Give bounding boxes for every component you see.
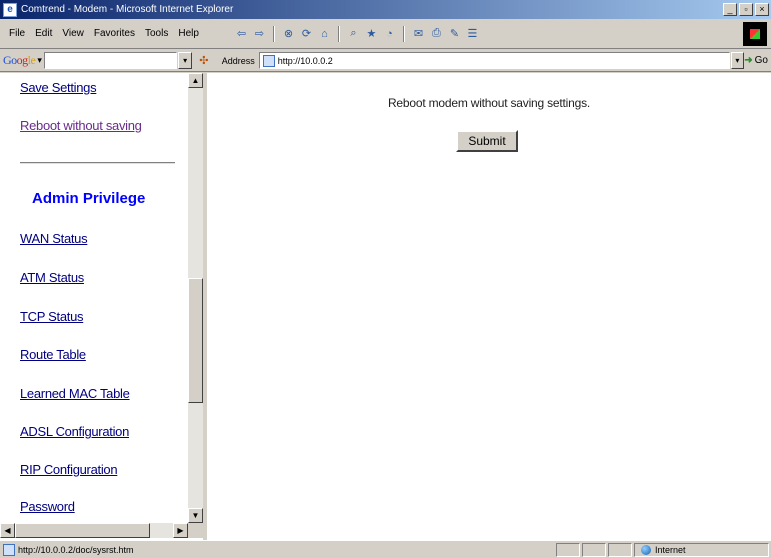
google-search-go-icon[interactable]: ✣ xyxy=(196,53,212,69)
print-icon[interactable]: ⎙ xyxy=(429,26,444,41)
minimize-button[interactable]: _ xyxy=(723,3,737,16)
nav-link-learned-mac-table[interactable]: Learned MAC Table xyxy=(20,386,130,401)
vertical-scroll-thumb[interactable] xyxy=(188,278,203,403)
google-search-input[interactable] xyxy=(43,52,178,69)
menu-view[interactable]: View xyxy=(57,28,89,39)
toolbar: ⇦ ⇨ ⊗ ⟳ ⌂ ⌕ ★ ◔ ✉ ⎙ ✎ ☰ xyxy=(234,25,480,42)
toolbar-separator xyxy=(337,25,340,42)
edit-icon[interactable]: ✎ xyxy=(447,26,462,41)
nav-link-password[interactable]: Password xyxy=(20,499,75,514)
back-icon[interactable]: ⇦ xyxy=(234,26,249,41)
submit-button[interactable]: Submit xyxy=(456,130,518,152)
favorites-icon[interactable]: ★ xyxy=(364,26,379,41)
nav-link-atm-status[interactable]: ATM Status xyxy=(20,270,84,285)
stop-icon[interactable]: ⊗ xyxy=(281,26,296,41)
toolbar-separator xyxy=(402,25,405,42)
status-bar: http://10.0.0.2/doc/sysrst.htm Internet xyxy=(0,540,771,558)
refresh-icon[interactable]: ⟳ xyxy=(299,26,314,41)
page-icon xyxy=(262,54,275,67)
menu-favorites[interactable]: Favorites xyxy=(89,28,140,39)
toolbar-separator xyxy=(272,25,275,42)
horizontal-scroll-thumb[interactable] xyxy=(15,523,150,538)
nav-link-rip-configuration[interactable]: RIP Configuration xyxy=(20,462,118,477)
scroll-right-icon[interactable]: ▶ xyxy=(173,523,188,538)
go-arrow-icon: ➜ xyxy=(744,55,753,66)
address-row: Google ▾ ▾ ✣ Address ▾ ➜Go xyxy=(0,50,771,72)
status-cell xyxy=(608,542,632,557)
home-icon[interactable]: ⌂ xyxy=(317,26,332,41)
address-dropdown-button[interactable]: ▾ xyxy=(730,52,745,69)
nav-link-save-settings[interactable]: Save Settings xyxy=(20,80,97,95)
admin-privilege-heading: Admin Privilege xyxy=(32,190,146,207)
title-bar: e Comtrend - Modem - Microsoft Internet … xyxy=(0,0,771,19)
history-icon[interactable]: ◔ xyxy=(382,26,397,41)
page-status-icon xyxy=(3,543,15,556)
reboot-message: Reboot modem without saving settings. xyxy=(387,96,591,110)
menu-bar: File Edit View Favorites Tools Help xyxy=(0,19,204,48)
maximize-button[interactable]: ▫ xyxy=(739,3,753,16)
close-button[interactable]: × xyxy=(755,3,769,16)
horizontal-scrollbar[interactable]: ◀ ▶ xyxy=(0,523,188,538)
search-icon[interactable]: ⌕ xyxy=(346,26,361,41)
ie-icon: e xyxy=(3,2,17,17)
address-field[interactable] xyxy=(258,52,730,69)
main-content-frame: Reboot modem without saving settings. Su… xyxy=(207,73,771,540)
left-nav-content: Save Settings Reboot without saving Admi… xyxy=(0,73,188,523)
go-button[interactable]: ➜ Go xyxy=(744,55,768,66)
windows-logo-icon xyxy=(743,22,767,46)
google-search-dropdown-button[interactable]: ▾ xyxy=(178,52,193,69)
security-zone: Internet xyxy=(634,542,769,557)
google-logo[interactable]: Google xyxy=(3,53,36,68)
forward-icon[interactable]: ⇨ xyxy=(252,26,267,41)
status-url: http://10.0.0.2/doc/sysrst.htm xyxy=(18,544,134,555)
nav-link-reboot-without-saving[interactable]: Reboot without saving xyxy=(20,118,142,133)
google-menu-dropdown-icon[interactable]: ▾ xyxy=(37,55,42,66)
menu-tools[interactable]: Tools xyxy=(140,28,173,39)
scroll-down-icon[interactable]: ▼ xyxy=(188,508,203,523)
scrollbar-corner xyxy=(188,523,203,538)
nav-link-wan-status[interactable]: WAN Status xyxy=(20,231,88,246)
zone-label: Internet xyxy=(655,544,686,555)
window-title: Comtrend - Modem - Microsoft Internet Ex… xyxy=(21,4,234,15)
menu-toolbar-row: File Edit View Favorites Tools Help ⇦ ⇨ … xyxy=(0,19,771,49)
vertical-scrollbar[interactable]: ▲ ▼ xyxy=(188,73,203,523)
discuss-icon[interactable]: ☰ xyxy=(465,26,480,41)
scroll-up-icon[interactable]: ▲ xyxy=(188,73,203,88)
menu-file[interactable]: File xyxy=(4,28,30,39)
globe-icon xyxy=(641,544,651,555)
status-cell xyxy=(556,542,580,557)
nav-link-tcp-status[interactable]: TCP Status xyxy=(20,309,84,324)
menu-edit[interactable]: Edit xyxy=(30,28,57,39)
menu-help[interactable]: Help xyxy=(173,28,204,39)
scroll-left-icon[interactable]: ◀ xyxy=(0,523,15,538)
nav-divider xyxy=(20,162,175,164)
left-nav-frame: Save Settings Reboot without saving Admi… xyxy=(0,73,205,540)
mail-icon[interactable]: ✉ xyxy=(411,26,426,41)
address-label: Address xyxy=(221,55,255,66)
nav-link-adsl-configuration[interactable]: ADSL Configuration xyxy=(20,424,129,439)
address-input[interactable] xyxy=(277,55,718,66)
nav-link-route-table[interactable]: Route Table xyxy=(20,347,86,362)
status-cell xyxy=(582,542,606,557)
